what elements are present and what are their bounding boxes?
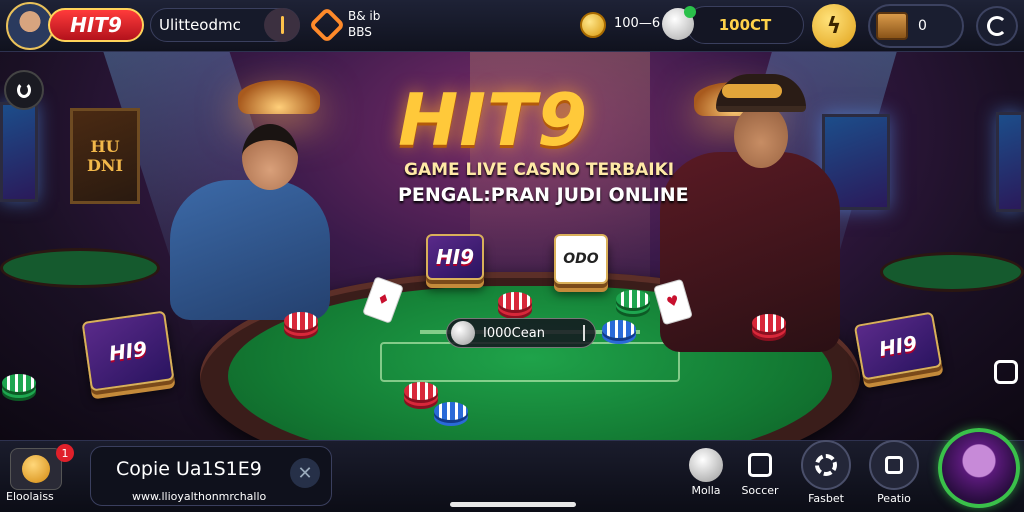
nav-item-fasbet[interactable]: Fasbet <box>796 440 856 505</box>
screen-mode-button[interactable] <box>994 360 1018 384</box>
refresh-button[interactable] <box>976 6 1018 46</box>
nav-label: Molla <box>691 484 721 497</box>
casino-scene: HU DNI HIT9 GAME LIVE CASNO TERBAIKI PEN… <box>0 52 1024 440</box>
balance-value: 100CT <box>718 16 772 34</box>
stat-line-2: BBS <box>348 25 372 39</box>
user-avatar[interactable] <box>6 2 54 50</box>
roulette-ball-icon <box>451 321 475 345</box>
notification-badge: 1 <box>56 444 74 462</box>
bet-amount-pill[interactable]: I000Cean <box>446 318 596 348</box>
profile-avatar-button[interactable] <box>938 428 1020 508</box>
rotate-button[interactable] <box>4 70 44 110</box>
close-icon: ✕ <box>297 462 313 484</box>
ball-icon[interactable] <box>662 6 696 40</box>
promo-close-button[interactable]: ✕ <box>290 458 320 488</box>
coin-bag-icon <box>22 455 50 483</box>
dealer-right-body <box>660 152 840 352</box>
nav-label: Fasbet <box>808 492 844 505</box>
lightning-icon: ϟ <box>826 13 842 39</box>
side-table <box>0 248 160 288</box>
dealer-left-head <box>242 124 298 190</box>
chip-stack <box>602 320 636 338</box>
side-table <box>880 252 1024 292</box>
wall-screen <box>0 102 38 202</box>
rewards-button[interactable] <box>10 448 62 490</box>
scoreboard-icon <box>743 448 777 482</box>
refresh-icon <box>987 16 1007 36</box>
brand-name-text: Ulitteodmc <box>159 16 241 34</box>
hit9-logo: HIT9 <box>398 78 589 162</box>
nav-item-molla[interactable]: Molla <box>676 448 736 497</box>
balance-display[interactable]: 100CT <box>686 6 804 44</box>
hero-tagline-2: PENGAL:PRAN JUDI ONLINE <box>398 184 689 206</box>
text-cursor <box>583 325 585 341</box>
chip-stack <box>498 292 532 310</box>
card-box: HI9 <box>426 234 484 280</box>
chest-count: 0 <box>918 18 927 34</box>
hero-tagline-1: GAME LIVE CASNO TERBAIKI <box>404 160 675 180</box>
dealer-right-head <box>734 104 788 168</box>
coin-icon[interactable] <box>580 12 606 38</box>
nav-item-peatio[interactable]: Peatio <box>864 440 924 505</box>
divider-icon <box>280 16 284 34</box>
home-indicator[interactable] <box>450 502 576 507</box>
felt-betting-grid <box>380 342 680 382</box>
stat-line-1: B& ib <box>348 9 381 23</box>
nav-item-soccer[interactable]: Soccer <box>730 448 790 497</box>
dealer-left-body <box>170 180 330 320</box>
chip-stack <box>616 290 650 308</box>
wall-poster: HU DNI <box>70 108 140 204</box>
soccer-ball-icon <box>689 448 723 482</box>
wall-screen <box>996 112 1024 212</box>
treasure-chest-button[interactable]: 0 <box>868 4 964 48</box>
chip-stack <box>284 312 318 330</box>
chip-stack <box>752 314 786 332</box>
chip-stack <box>2 374 36 392</box>
odds-text: 100—6 <box>614 16 661 31</box>
square-icon <box>869 440 919 490</box>
rotate-icon <box>17 82 31 98</box>
online-dot-icon <box>684 6 696 18</box>
promo-title: Copie Ua1S1E9 <box>116 458 262 480</box>
dealer-goggles <box>722 84 782 98</box>
bet-amount-text: I000Cean <box>483 325 545 341</box>
quick-action-button[interactable]: ϟ <box>812 4 856 48</box>
gear-icon <box>801 440 851 490</box>
card-box: ODO <box>554 234 608 284</box>
chip-stack <box>434 402 468 420</box>
nav-label: Soccer <box>741 484 779 497</box>
rewards-label: Eloolaiss <box>6 490 54 503</box>
card-box: HI9 <box>853 311 943 381</box>
chip-stack <box>404 382 438 400</box>
card-box: HI9 <box>81 310 175 392</box>
promo-url[interactable]: www.llioyalthonmrchallo <box>132 490 266 503</box>
stat-block: B& ib BBS <box>348 8 380 40</box>
treasure-chest-icon <box>876 12 908 40</box>
brand-badge[interactable]: HIT9 <box>48 8 144 42</box>
ceiling-lamp <box>238 80 320 114</box>
brand-label: HIT9 <box>70 13 122 37</box>
brand-action-button[interactable] <box>264 8 300 42</box>
nav-label: Peatio <box>877 492 911 505</box>
